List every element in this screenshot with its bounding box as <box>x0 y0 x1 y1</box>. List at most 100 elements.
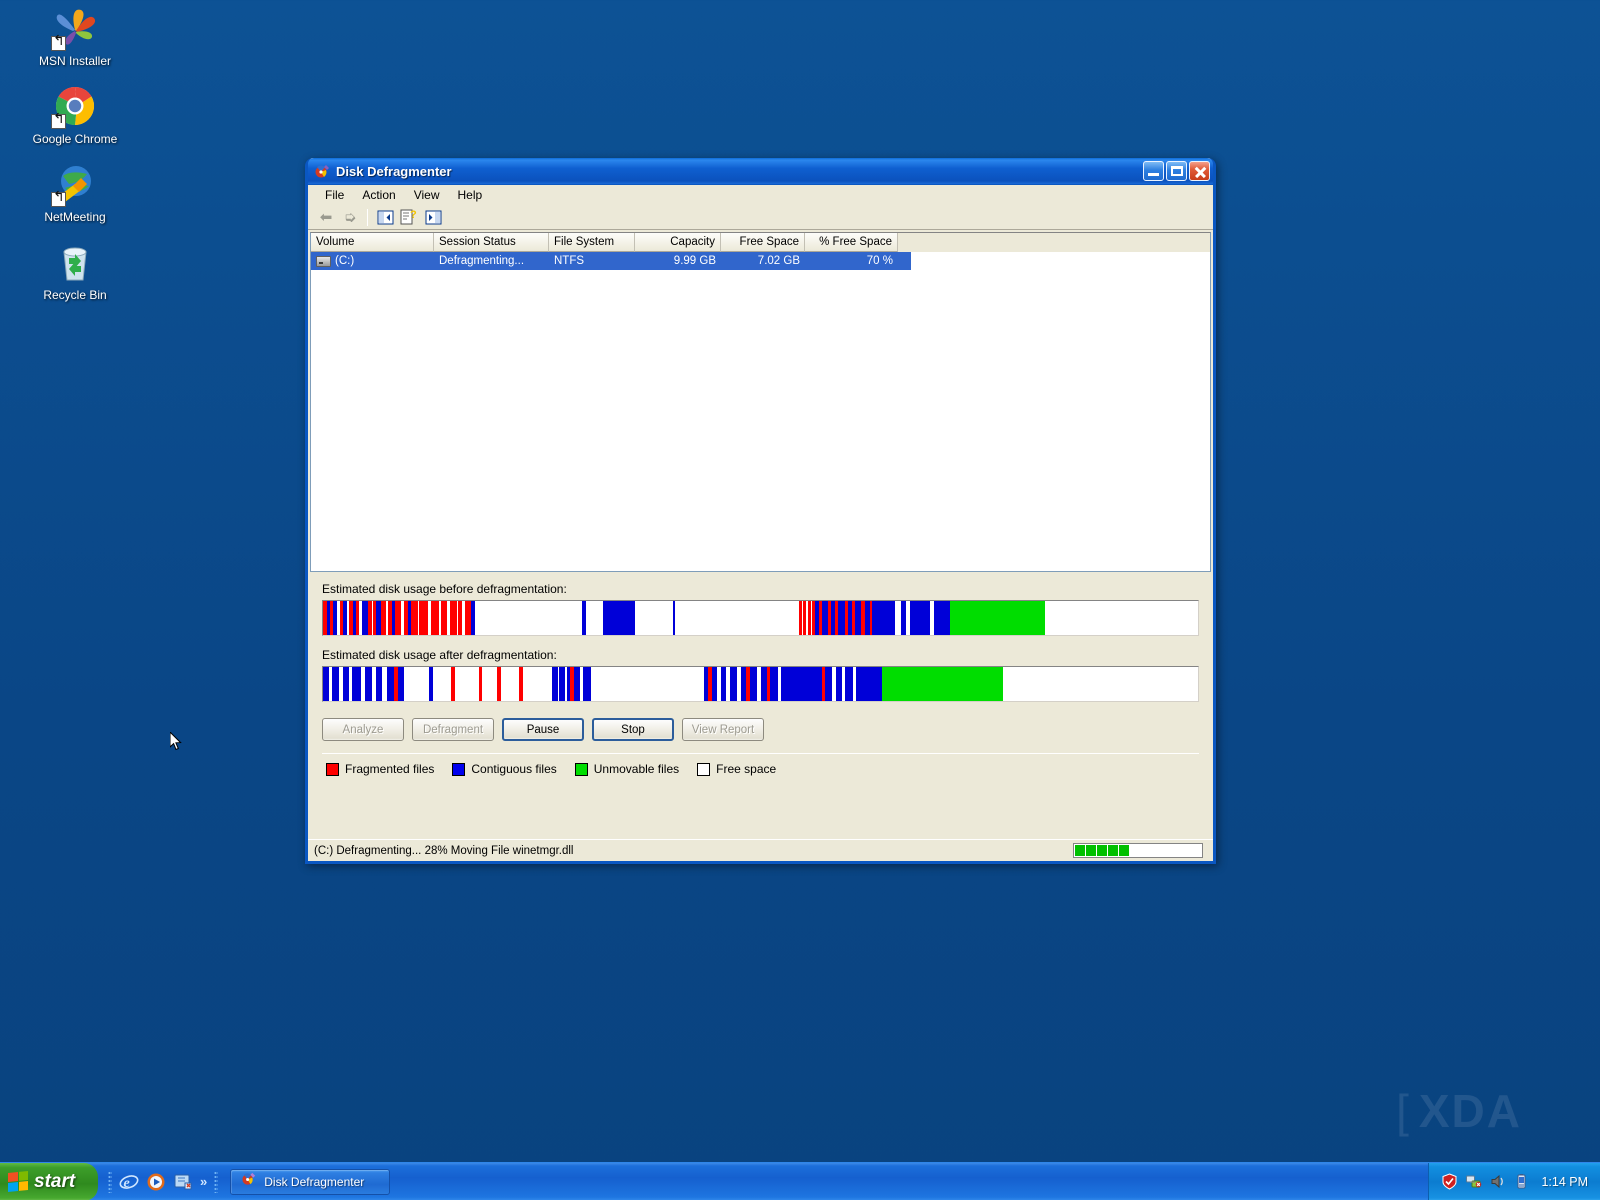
column-header-file-system[interactable]: File System <box>549 233 635 252</box>
battery-icon[interactable] <box>1513 1173 1530 1190</box>
taskbar-grip[interactable] <box>214 1170 219 1193</box>
xda-watermark: [ XDA <box>1396 1084 1522 1138</box>
graph-segment <box>635 601 673 635</box>
security-shield-icon[interactable] <box>1441 1173 1458 1190</box>
analyze-button[interactable]: Analyze <box>322 718 404 741</box>
quick-launch-chevron-icon[interactable]: » <box>200 1174 207 1189</box>
desktop-icon-label: Google Chrome <box>32 132 118 146</box>
menu-item-file[interactable]: File <box>316 186 353 204</box>
network-connection-icon[interactable] <box>1465 1173 1482 1190</box>
start-button[interactable]: start <box>0 1162 98 1200</box>
internet-explorer-icon[interactable]: e <box>119 1172 139 1192</box>
graph-segment <box>603 601 636 635</box>
pause-button[interactable]: Pause <box>502 718 584 741</box>
taskbar-clock[interactable]: 1:14 PM <box>1541 1175 1588 1189</box>
legend-label-free-space: Free space <box>716 762 777 776</box>
task-button-label: Disk Defragmenter <box>264 1174 365 1189</box>
desktop-icon-label: NetMeeting <box>44 210 106 224</box>
show-desktop-icon[interactable] <box>173 1172 193 1192</box>
legend-label-fragmented: Fragmented files <box>345 762 435 776</box>
window-titlebar[interactable]: Disk Defragmenter <box>308 158 1213 185</box>
desktop-icon-google-chrome[interactable]: Google Chrome <box>0 82 150 146</box>
graph-segment <box>482 667 498 701</box>
legend-item-unmovable: Unmovable files <box>574 762 679 776</box>
window-title: Disk Defragmenter <box>336 163 452 179</box>
graph-segment <box>449 601 457 635</box>
column-header-capacity[interactable]: Capacity <box>635 233 721 252</box>
graph-segment <box>1003 667 1198 701</box>
legend-item-contiguous: Contiguous files <box>452 762 557 776</box>
column-header-free-space[interactable]: Free Space <box>721 233 805 252</box>
graph-segment <box>934 601 951 635</box>
shortcut-overlay-icon <box>51 36 66 51</box>
volume-speaker-icon[interactable] <box>1489 1173 1506 1190</box>
after-graph-label: Estimated disk usage after defragmentati… <box>322 648 557 662</box>
legend-label-contiguous: Contiguous files <box>471 762 557 776</box>
recycle-bin-icon <box>51 238 99 286</box>
graph-legend: Fragmented files Contiguous files Unmova… <box>308 754 1213 776</box>
start-button-label: start <box>34 1170 76 1192</box>
column-header-session-status[interactable]: Session Status <box>434 233 549 252</box>
graph-segment <box>500 667 520 701</box>
view-report-button[interactable]: View Report <box>682 718 764 741</box>
graph-segment <box>770 667 778 701</box>
quick-launch-grip[interactable] <box>108 1170 112 1193</box>
taskbar: start e » Disk Defragmenter 1:14 PM <box>0 1162 1600 1200</box>
cell-capacity: 9.99 GB <box>673 255 716 267</box>
status-text: (C:) Defragmenting... 28% Moving File wi… <box>314 844 574 857</box>
properties-help-icon[interactable]: ? <box>398 207 420 228</box>
menu-item-help[interactable]: Help <box>449 186 492 204</box>
graph-segment <box>475 601 582 635</box>
column-header-volume[interactable]: Volume <box>311 233 434 252</box>
graph-segment <box>403 667 430 701</box>
desktop-icon-msn-installer[interactable]: MSN Installer <box>0 4 150 68</box>
volume-list-header: Volume Session Status File System Capaci… <box>311 233 1210 252</box>
graph-segment <box>950 601 1046 635</box>
graph-segment <box>845 667 853 701</box>
graph-segment <box>872 601 896 635</box>
stop-button[interactable]: Stop <box>592 718 674 741</box>
media-player-icon[interactable] <box>146 1172 166 1192</box>
minimize-button[interactable] <box>1143 161 1164 181</box>
cell-volume: (C:) <box>311 255 434 267</box>
progress-block <box>1119 845 1129 856</box>
forward-arrow-icon[interactable]: ➭ <box>339 207 361 228</box>
svg-text:e: e <box>124 1176 130 1191</box>
show-pane-icon[interactable] <box>422 207 444 228</box>
graph-segment <box>583 667 591 701</box>
graph-segment <box>410 601 418 635</box>
maximize-button[interactable] <box>1166 161 1187 181</box>
toolbar: ⬅ ➭ ? <box>308 205 1213 230</box>
column-header-pct-free-space[interactable]: % Free Space <box>805 233 898 252</box>
menu-item-action[interactable]: Action <box>353 186 404 204</box>
back-arrow-icon[interactable]: ⬅ <box>315 207 337 228</box>
graph-segment <box>750 667 758 701</box>
show-tree-icon[interactable] <box>374 207 396 228</box>
toolbar-separator <box>367 208 368 226</box>
volume-list[interactable]: Volume Session Status File System Capaci… <box>310 232 1211 572</box>
defragment-button[interactable]: Defragment <box>412 718 494 741</box>
close-button[interactable] <box>1189 161 1210 181</box>
progress-bar <box>1073 843 1203 858</box>
watermark-text: XDA <box>1418 1085 1522 1137</box>
legend-swatch-free-space <box>697 762 711 776</box>
desktop-icon-netmeeting[interactable]: NetMeeting <box>0 160 150 224</box>
table-row[interactable]: (C:) Defragmenting... NTFS 9.99 GB 7.02 … <box>311 252 911 270</box>
task-button-disk-defragmenter[interactable]: Disk Defragmenter <box>230 1168 391 1195</box>
desktop-icon-recycle-bin[interactable]: Recycle Bin <box>0 238 150 302</box>
before-defrag-graph <box>322 600 1199 636</box>
windows-logo-icon <box>8 1170 28 1193</box>
svg-text:?: ? <box>410 209 417 221</box>
disk-defragmenter-icon <box>241 1171 257 1192</box>
desktop-icon-area: MSN Installer Google Chrome <box>0 4 150 316</box>
system-tray: 1:14 PM <box>1428 1162 1600 1200</box>
legend-swatch-fragmented <box>326 762 339 776</box>
legend-swatch-unmovable <box>574 762 588 776</box>
graph-segment <box>332 667 340 701</box>
legend-swatch-contiguous <box>452 762 466 776</box>
cell-free-space: 7.02 GB <box>757 255 800 267</box>
disk-defragmenter-window: Disk Defragmenter File Action View Help … <box>305 158 1216 864</box>
cell-pct-free-space: 70 % <box>866 255 893 267</box>
graph-segment <box>675 601 800 635</box>
menu-item-view[interactable]: View <box>405 186 449 204</box>
